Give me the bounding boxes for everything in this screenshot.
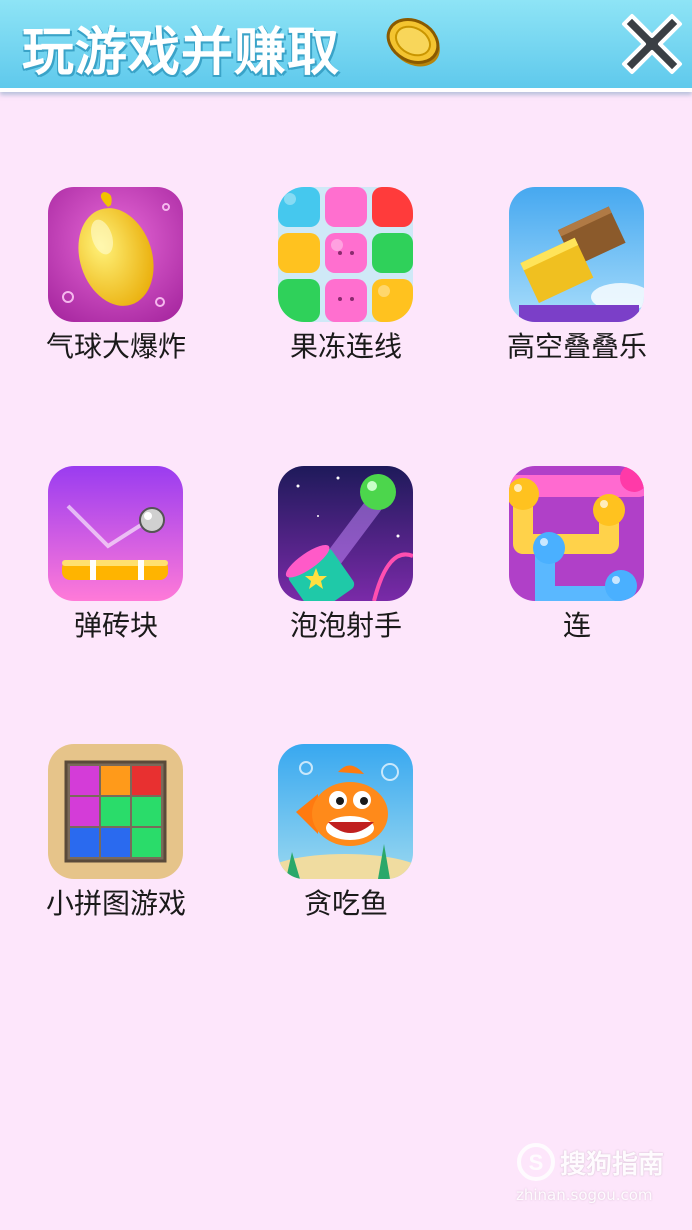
coin-icon: [386, 18, 440, 67]
game-tile-jelly[interactable]: 果冻连线: [231, 187, 451, 377]
watermark: S 搜狗指南 zhinan.sogou.com: [512, 1140, 682, 1210]
game-label: 果冻连线: [289, 330, 402, 363]
yellow-balloon-icon: [48, 187, 183, 322]
game-tile-stack[interactable]: 高空叠叠乐: [462, 187, 682, 377]
game-tile-connect[interactable]: 连: [462, 466, 682, 656]
jelly-cats-icon: [278, 187, 413, 322]
watermark-text: 搜狗指南: [560, 1150, 665, 1180]
game-tile-balloon[interactable]: 气球大爆炸: [1, 187, 221, 377]
bubble-cannon-icon: [278, 466, 413, 601]
game-label: 气球大爆炸: [45, 330, 186, 363]
block-puzzle-icon: [48, 744, 183, 879]
game-tile-puzzle[interactable]: 小拼图游戏: [1, 744, 221, 934]
header-bar: 玩游戏并赚取: [0, 0, 692, 92]
game-label: 高空叠叠乐: [506, 330, 647, 363]
stacked-blocks-icon: [509, 187, 644, 322]
bouncing-ball-paddle-icon: [48, 466, 183, 601]
svg-text:S: S: [529, 1150, 544, 1175]
page-title: 玩游戏并赚取: [22, 23, 341, 83]
watermark-url: zhinan.sogou.com: [516, 1186, 653, 1204]
game-label: 连: [562, 609, 591, 642]
connect-dots-icon: [509, 466, 644, 601]
game-label: 弹砖块: [73, 609, 158, 642]
game-label: 贪吃鱼: [303, 887, 388, 920]
game-tile-fish[interactable]: 贪吃鱼: [231, 744, 451, 934]
game-label: 泡泡射手: [289, 609, 402, 642]
game-tile-brick[interactable]: 弹砖块: [1, 466, 221, 656]
game-tile-bubble[interactable]: 泡泡射手: [231, 466, 451, 656]
orange-fish-icon: [278, 744, 413, 879]
close-icon[interactable]: [618, 8, 686, 76]
sogou-logo-icon: S: [517, 1143, 555, 1181]
game-label: 小拼图游戏: [45, 887, 186, 920]
